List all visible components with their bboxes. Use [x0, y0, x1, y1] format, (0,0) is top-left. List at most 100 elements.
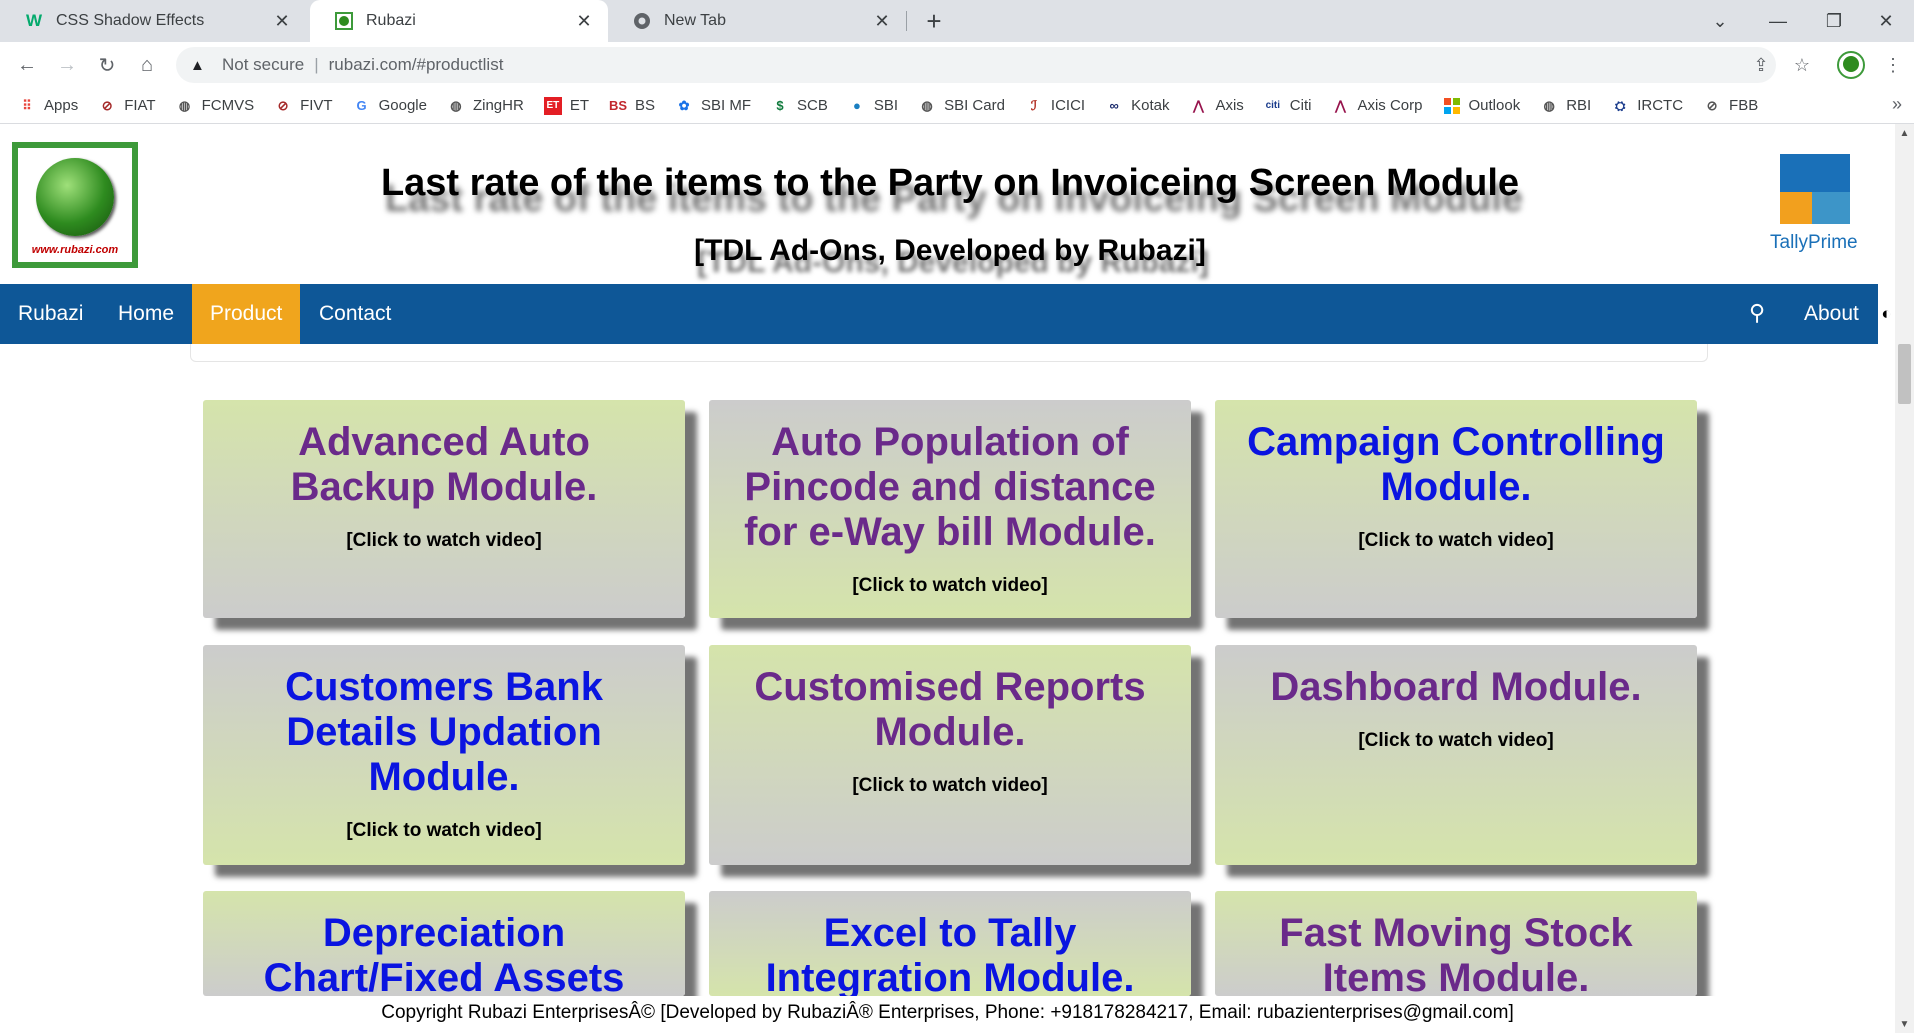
bookmark-fiat[interactable]: ⊘ FIAT: [98, 97, 156, 115]
bookmark-google[interactable]: G Google: [353, 97, 427, 115]
dark-mode-toggle-icon[interactable]: ◐: [1878, 284, 1895, 344]
bookmark-scb[interactable]: $ SCB: [771, 97, 828, 115]
watch-video-link[interactable]: [Click to watch video]: [346, 820, 541, 842]
bookmark-fbb[interactable]: ⊘ FBB: [1703, 97, 1759, 115]
apps-grid-icon: ⠿: [22, 97, 32, 113]
close-window-button[interactable]: ✕: [1858, 0, 1914, 42]
page-subtitle: [TDL Ad-Ons, Developed by Rubazi]: [694, 234, 1206, 267]
product-card[interactable]: Excel to Tally Integration Module.: [709, 891, 1191, 996]
bookmark-icici[interactable]: ℐ ICICI: [1025, 97, 1085, 115]
product-title[interactable]: Dashboard Module.: [1250, 665, 1661, 710]
watch-video-link[interactable]: [Click to watch video]: [852, 775, 1047, 797]
product-card[interactable]: Depreciation Chart/Fixed Assets: [203, 891, 685, 996]
minimize-button[interactable]: —: [1750, 0, 1806, 42]
share-icon[interactable]: ⇪: [1746, 50, 1776, 80]
close-icon[interactable]: ✕: [872, 11, 892, 31]
nav-product[interactable]: Product: [192, 284, 301, 344]
bookmark-label: Google: [378, 97, 427, 114]
watch-video-link[interactable]: [Click to watch video]: [1358, 530, 1553, 552]
bookmark-axis-corp[interactable]: ⋀ Axis Corp: [1331, 97, 1422, 115]
bookmark-sbi-card[interactable]: ◍ SBI Card: [918, 97, 1005, 115]
bookmark-bs[interactable]: BS BS: [609, 97, 655, 115]
product-title[interactable]: Campaign Controlling Module.: [1215, 420, 1697, 510]
globe-icon: ◍: [178, 97, 191, 113]
scroll-up-icon[interactable]: ▲: [1895, 124, 1914, 142]
bookmark-rbi[interactable]: ◍ RBI: [1540, 97, 1592, 115]
more-bookmarks-icon[interactable]: »: [1892, 94, 1902, 115]
product-card[interactable]: Fast Moving Stock Items Module.: [1215, 891, 1697, 996]
product-title[interactable]: Customised Reports Module.: [709, 665, 1191, 755]
profile-avatar[interactable]: [1836, 50, 1866, 80]
scrollbar-thumb[interactable]: [1898, 344, 1911, 404]
bookmark-outlook[interactable]: Outlook: [1443, 97, 1521, 115]
sbi-icon: ●: [852, 98, 861, 113]
forward-button[interactable]: →: [52, 50, 82, 80]
rubazi-icon: [334, 11, 354, 31]
product-card[interactable]: Customised Reports Module. [Click to wat…: [709, 645, 1191, 865]
new-tab-button[interactable]: +: [920, 6, 948, 36]
bookmark-axis[interactable]: ⋀ Axis: [1189, 97, 1244, 115]
product-title[interactable]: Depreciation Chart/Fixed Assets: [203, 911, 685, 996]
chrome-icon: [632, 11, 652, 31]
watch-video-link[interactable]: [Click to watch video]: [346, 530, 541, 552]
tab-search-button[interactable]: ⌄: [1692, 0, 1748, 42]
scroll-down-icon[interactable]: ▼: [1895, 1015, 1914, 1033]
bookmarks-bar: ⠿ Apps ⊘ FIAT ◍ FCMVS ⊘ FIVT G Google ◍ ZingHR…: [0, 88, 1914, 124]
product-card[interactable]: Auto Population of Pincode and distance …: [709, 400, 1191, 618]
product-card[interactable]: Customers Bank Details Updation Module. …: [203, 645, 685, 865]
product-title[interactable]: Auto Population of Pincode and distance …: [709, 420, 1191, 555]
bookmark-zinghr[interactable]: ◍ ZingHR: [447, 97, 524, 115]
product-card[interactable]: Advanced Auto Backup Module. [Click to w…: [203, 400, 685, 618]
bookmark-apps[interactable]: ⠿ Apps: [18, 97, 78, 115]
bookmark-irctc[interactable]: ⛭ IRCTC: [1611, 97, 1683, 115]
product-title[interactable]: Excel to Tally Integration Module.: [709, 911, 1191, 996]
nav-contact[interactable]: Contact: [301, 284, 409, 344]
bookmark-kotak[interactable]: ∞ Kotak: [1105, 97, 1169, 115]
et-icon: ET: [543, 96, 562, 115]
bookmark-label: Outlook: [1468, 97, 1521, 114]
bookmark-label: Axis Corp: [1357, 97, 1423, 114]
bookmark-fcmvs[interactable]: ◍ FCMVS: [176, 97, 254, 115]
globe-icon: ◍: [450, 97, 462, 113]
tab-new-tab[interactable]: New Tab ✕: [608, 0, 906, 42]
globe-icon: ◍: [1543, 97, 1555, 113]
address-bar[interactable]: ▲ Not secure | rubazi.com/#productlist: [176, 47, 1776, 83]
page-scrollbar[interactable]: ▲ ▼: [1895, 124, 1914, 1033]
home-button[interactable]: ⌂: [132, 50, 162, 80]
bookmark-fivt[interactable]: ⊘ FIVT: [274, 97, 333, 115]
close-icon[interactable]: ✕: [574, 11, 594, 31]
bookmark-citi[interactable]: citi Citi: [1264, 97, 1312, 115]
search-icon[interactable]: ⚲: [1742, 298, 1772, 328]
watch-video-link[interactable]: [Click to watch video]: [1358, 730, 1553, 752]
content-container-edge: [190, 344, 1708, 362]
tab-css-shadow-effects[interactable]: W CSS Shadow Effects ✕: [0, 0, 306, 42]
back-button[interactable]: ←: [12, 50, 42, 80]
nav-home[interactable]: Home: [100, 284, 192, 344]
bookmark-label: SBI Card: [944, 97, 1005, 114]
bookmark-label: Axis: [1215, 97, 1244, 114]
bookmark-label: ET: [569, 97, 589, 114]
watch-video-link[interactable]: [Click to watch video]: [852, 575, 1047, 597]
bookmark-label: Kotak: [1131, 97, 1170, 114]
product-title[interactable]: Fast Moving Stock Items Module.: [1215, 911, 1697, 996]
reload-button[interactable]: ↻: [92, 50, 122, 80]
nav-about[interactable]: About: [1786, 284, 1877, 344]
product-card[interactable]: Campaign Controlling Module. [Click to w…: [1215, 400, 1697, 618]
bookmark-label: BS: [635, 97, 656, 114]
security-label: Not secure: [222, 55, 305, 74]
restore-button[interactable]: ❐: [1806, 0, 1862, 42]
nav-brand[interactable]: Rubazi: [0, 284, 101, 344]
bookmark-sbi-mf[interactable]: ✿ SBI MF: [675, 97, 751, 115]
tab-rubazi[interactable]: Rubazi ✕: [310, 0, 608, 42]
bookmark-sbi[interactable]: ● SBI: [848, 97, 898, 115]
bookmark-label: SCB: [797, 97, 828, 114]
product-title[interactable]: Customers Bank Details Updation Module.: [203, 665, 685, 800]
menu-icon[interactable]: ⋮: [1878, 50, 1908, 80]
close-icon[interactable]: ✕: [272, 11, 292, 31]
rubazi-logo[interactable]: www.rubazi.com: [12, 142, 138, 268]
bookmark-et[interactable]: ET ET: [543, 96, 589, 115]
product-card[interactable]: Dashboard Module. [Click to watch video]: [1215, 645, 1697, 865]
bookmark-star-icon[interactable]: ☆: [1787, 50, 1817, 80]
kotak-icon: ∞: [1109, 98, 1119, 113]
product-title[interactable]: Advanced Auto Backup Module.: [203, 420, 685, 510]
